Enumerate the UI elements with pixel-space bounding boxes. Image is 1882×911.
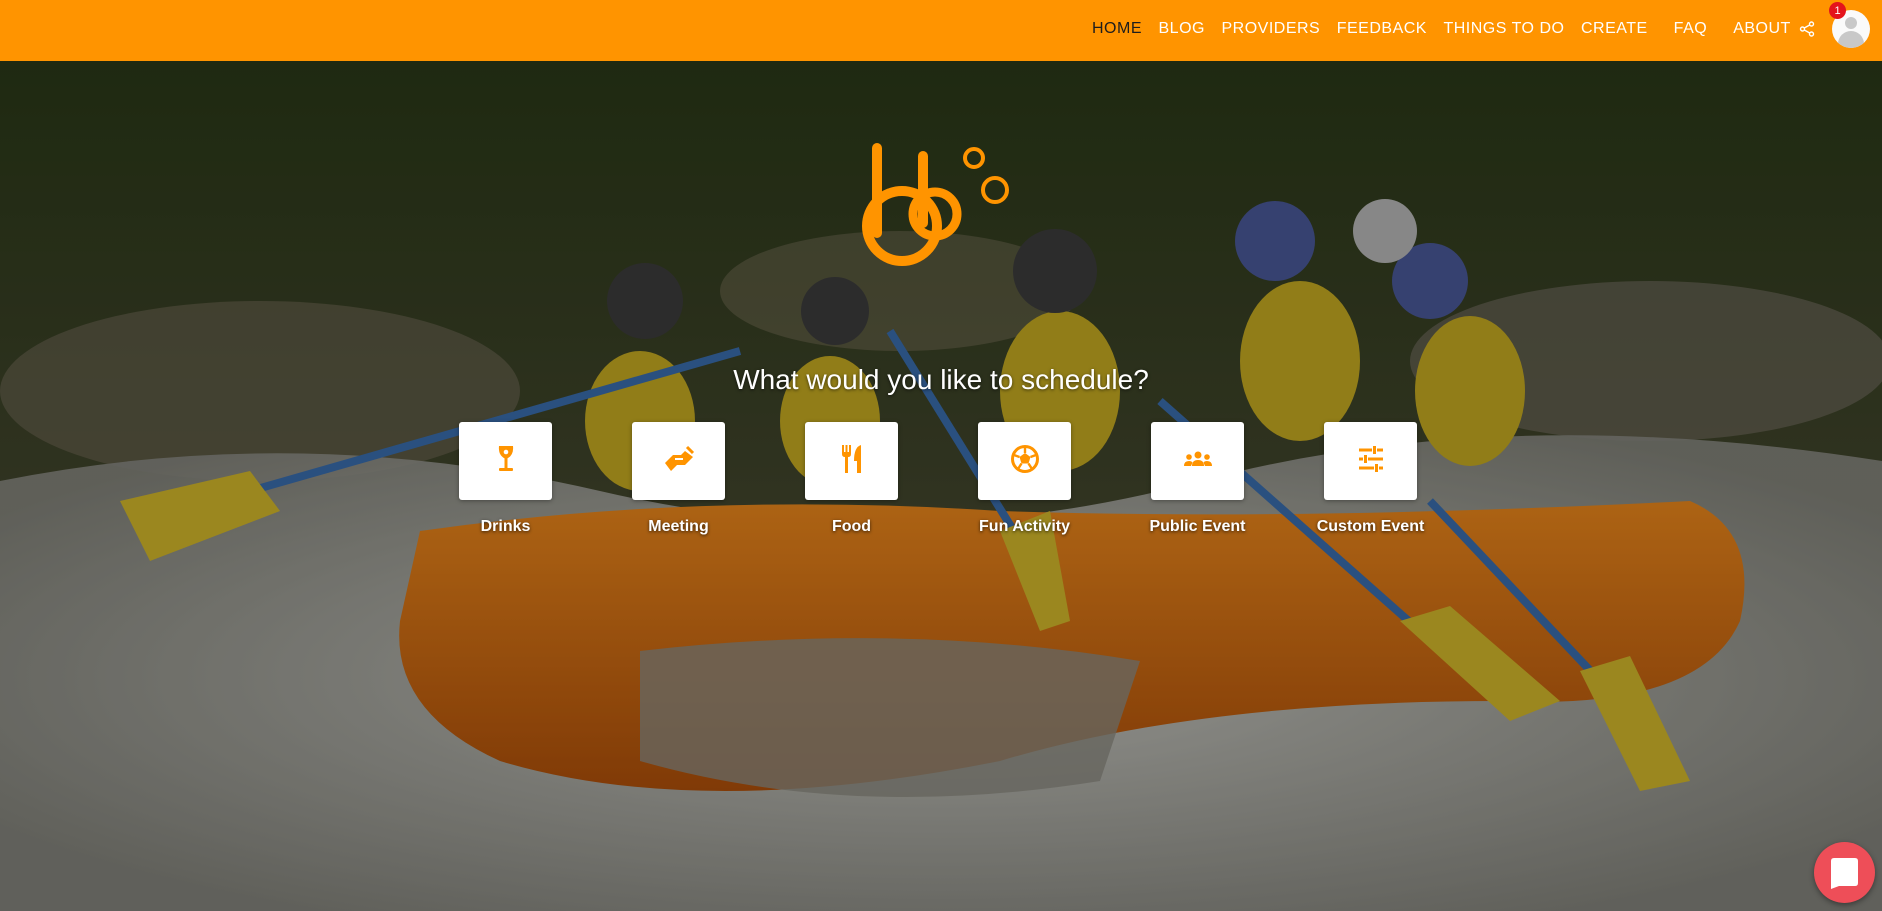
nav-item-about[interactable]: ABOUT [1733, 20, 1791, 38]
nav-item-feedback[interactable]: FEEDBACK [1337, 20, 1427, 38]
nav-item-create[interactable]: CREATE [1581, 20, 1648, 38]
nav-item-providers[interactable]: PROVIDERS [1221, 20, 1320, 38]
nav-item-faq[interactable]: FAQ [1674, 20, 1708, 38]
notification-badge: 1 [1829, 2, 1846, 19]
soccer-ball-icon [1010, 444, 1040, 479]
chat-widget-button[interactable] [1814, 842, 1875, 903]
tile-food-label: Food [831, 518, 872, 535]
brand-logo[interactable] [860, 138, 1020, 298]
tile-drinks-button[interactable] [459, 422, 552, 500]
share-icon[interactable] [1799, 21, 1815, 37]
tile-custom-event[interactable]: Custom Event [1317, 422, 1424, 536]
tile-food-button[interactable] [805, 422, 898, 500]
user-menu[interactable]: 1 [1829, 2, 1870, 48]
schedule-options: Drinks Meeting Food Fun Activity Public … [459, 422, 1497, 536]
tile-meeting-button[interactable] [632, 422, 725, 500]
logo-icon [862, 143, 1009, 266]
tile-drinks-label: Drinks [480, 518, 531, 535]
tile-public-event-button[interactable] [1151, 422, 1244, 500]
tile-drinks[interactable]: Drinks [459, 422, 552, 536]
nav-item-home[interactable]: HOME [1092, 20, 1142, 38]
sliders-icon [1357, 445, 1385, 478]
main-nav: HOME BLOG PROVIDERS FEEDBACK THINGS TO D… [1092, 0, 1815, 58]
tile-fun-activity-label: Fun Activity [979, 518, 1070, 535]
nav-item-things-to-do[interactable]: THINGS TO DO [1443, 20, 1564, 38]
fork-knife-icon [839, 443, 865, 480]
tile-fun-activity[interactable]: Fun Activity [978, 422, 1071, 536]
tile-public-event[interactable]: Public Event [1149, 422, 1246, 536]
handshake-icon [663, 445, 695, 478]
nav-item-blog[interactable]: BLOG [1159, 20, 1205, 38]
user-icon-head [1845, 17, 1857, 29]
schedule-headline: What would you like to schedule? [733, 364, 1149, 395]
tile-meeting[interactable]: Meeting [632, 422, 725, 536]
tile-custom-event-label: Custom Event [1316, 518, 1425, 535]
wine-glass-icon [493, 444, 519, 479]
tile-meeting-label: Meeting [648, 518, 709, 535]
top-navigation-bar: HOME BLOG PROVIDERS FEEDBACK THINGS TO D… [0, 0, 1882, 61]
tile-public-event-label: Public Event [1149, 518, 1246, 535]
tile-food[interactable]: Food [805, 422, 898, 536]
chat-bubble-icon [1814, 858, 1875, 907]
user-icon-body [1838, 31, 1864, 48]
tile-custom-event-button[interactable] [1324, 422, 1417, 500]
tile-fun-activity-button[interactable] [978, 422, 1071, 500]
group-icon [1183, 450, 1213, 473]
